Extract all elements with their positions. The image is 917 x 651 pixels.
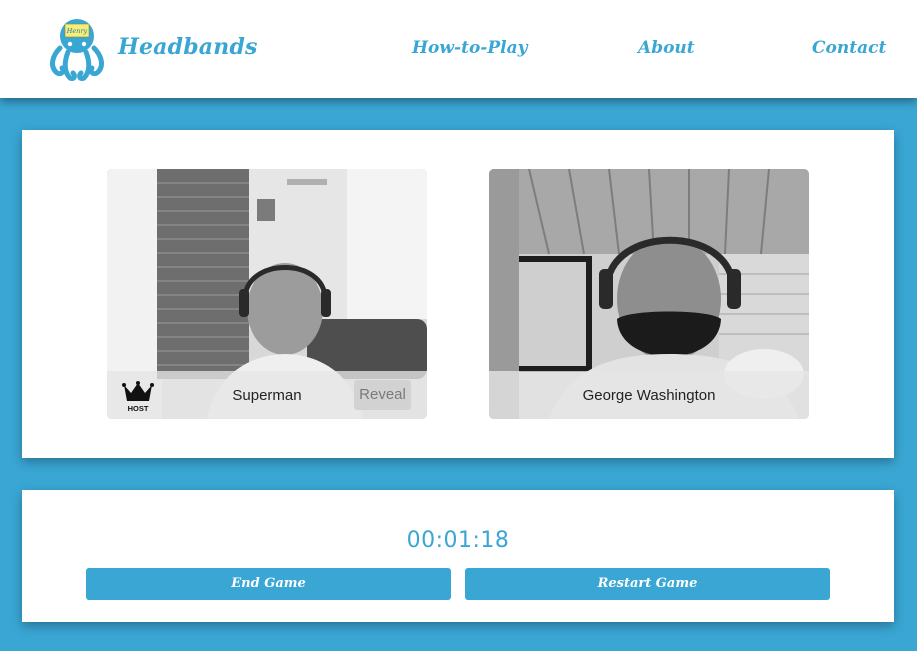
logo-tag-text: Henry [66,27,88,35]
reveal-button[interactable]: Reveal [354,380,411,410]
opponent-name-bar: George Washington [489,371,809,419]
opponent-name: George Washington [582,387,716,404]
nav-about[interactable]: About [638,38,695,58]
restart-game-button[interactable]: Restart Game [465,568,830,600]
octopus-logo-icon[interactable]: Henry [48,16,106,82]
nav-contact[interactable]: Contact [812,38,886,58]
site-header: Henry Headbands How-to-Play About Contac… [0,0,917,98]
opponent-video-tile: George Washington [489,169,809,419]
player-video-tile: HOST Superman Reveal [107,169,427,419]
game-controls-panel: 00:01:18 End Game Restart Game [22,490,894,622]
nav-how-to-play[interactable]: How-to-Play [412,38,527,58]
end-game-button[interactable]: End Game [86,568,451,600]
game-timer: 00:01:18 [406,528,510,553]
host-label: HOST [128,404,149,413]
player-name-bar: HOST Superman Reveal [107,371,427,419]
video-panel: HOST Superman Reveal George Washington [22,130,894,458]
brand-title[interactable]: Headbands [118,34,258,60]
